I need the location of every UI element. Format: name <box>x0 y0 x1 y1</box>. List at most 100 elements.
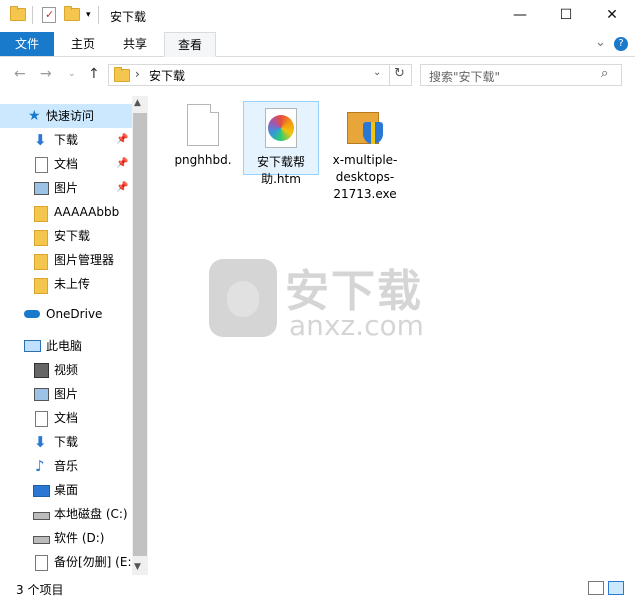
drive-icon <box>33 536 50 544</box>
large-icons-view-icon[interactable] <box>608 581 624 595</box>
nav-this-pc[interactable]: 此电脑 <box>0 334 132 358</box>
separator <box>32 6 33 24</box>
watermark: 安下载 anxz.com <box>205 255 445 345</box>
new-folder-icon[interactable] <box>64 6 80 21</box>
item-count: 3 个项目 <box>16 583 64 597</box>
file-name-line2: 助.htm <box>261 172 301 186</box>
folder-icon <box>34 278 48 294</box>
nav-label: 图片 <box>54 387 79 401</box>
file-name-line1: 安下载帮 <box>256 155 305 169</box>
scroll-down-icon[interactable]: ▼ <box>134 562 141 572</box>
nav-item-aaaaabbb[interactable]: AAAAAbbb <box>0 200 132 224</box>
file-item[interactable]: x-multiple- desktops- 21713.exe <box>320 100 410 203</box>
tab-share[interactable]: 共享 <box>114 32 156 56</box>
nav-label: 此电脑 <box>46 339 83 353</box>
nav-label: 音乐 <box>54 459 79 473</box>
path-separator[interactable]: › <box>135 67 140 81</box>
forward-icon[interactable]: → <box>40 66 52 82</box>
nav-label: 文档 <box>54 411 79 425</box>
pin-icon[interactable]: 📌 <box>116 128 128 152</box>
separator <box>389 65 390 85</box>
recent-locations-icon[interactable]: ⌄ <box>68 69 76 79</box>
video-icon <box>34 363 49 378</box>
nav-item-drive-c[interactable]: 本地磁盘 (C:) <box>0 502 132 526</box>
nav-onedrive[interactable]: OneDrive <box>0 302 132 326</box>
status-bar: 3 个项目 <box>0 575 635 601</box>
nav-label: 图片 <box>54 181 79 195</box>
nav-item-pc-downloads[interactable]: ⬇ 下载 <box>0 430 132 454</box>
nav-item-pc-pictures[interactable]: 图片 <box>0 382 132 406</box>
nav-item-music[interactable]: ♪ 音乐 <box>0 454 132 478</box>
nav-label: 下载 <box>54 133 79 147</box>
nav-label: 未上传 <box>54 277 91 291</box>
nav-label: OneDrive <box>46 307 103 321</box>
download-icon: ⬇ <box>34 131 47 149</box>
folder-icon <box>34 230 48 246</box>
nav-item-downloads[interactable]: ⬇ 下载 📌 <box>0 128 132 152</box>
nav-item-image-manager[interactable]: 图片管理器 <box>0 248 132 272</box>
pin-icon[interactable]: 📌 <box>116 152 128 176</box>
nav-item-documents[interactable]: 文档 📌 <box>0 152 132 176</box>
blank-file-icon <box>187 104 219 146</box>
search-icon[interactable]: ⌕ <box>601 66 608 81</box>
file-item-selected[interactable]: 安下载帮 助.htm <box>243 101 319 186</box>
nav-label: 本地磁盘 (C:) <box>54 507 128 521</box>
nav-item-pictures[interactable]: 图片 📌 <box>0 176 132 200</box>
nav-label: 桌面 <box>54 483 79 497</box>
nav-label: AAAAAbbb <box>54 205 120 219</box>
tab-view[interactable]: 查看 <box>164 32 216 57</box>
ribbon-collapse-icon[interactable]: ⌄ <box>595 35 606 50</box>
path-segment[interactable]: 安下载 <box>149 67 185 84</box>
back-icon[interactable]: ← <box>14 66 26 82</box>
html-file-icon <box>265 108 297 148</box>
ribbon-tabs: 文件 主页 共享 查看 ⌄ ? <box>0 32 635 57</box>
navigation-pane: ★ 快速访问 ⬇ 下载 📌 文档 📌 图片 📌 AAAAAbbb 安下载 图片管… <box>0 92 148 575</box>
computer-icon <box>24 340 41 352</box>
nav-item-not-uploaded[interactable]: 未上传 <box>0 272 132 296</box>
address-bar[interactable]: › 安下载 ⌄ ↻ <box>108 64 412 86</box>
details-view-icon[interactable] <box>588 581 604 595</box>
scrollbar-thumb[interactable] <box>133 113 147 556</box>
watermark-sub: anxz.com <box>289 309 424 342</box>
drive-icon <box>33 512 50 520</box>
file-name-line2: desktops- <box>335 170 395 184</box>
desktop-icon <box>33 485 50 497</box>
folder-icon <box>114 67 130 82</box>
nav-label: 文档 <box>54 157 79 171</box>
address-dropdown-icon[interactable]: ⌄ <box>373 67 381 78</box>
search-box[interactable]: 搜索"安下载" ⌕ <box>420 64 622 86</box>
nav-item-anxiazai[interactable]: 安下载 <box>0 224 132 248</box>
help-icon[interactable]: ? <box>614 37 628 51</box>
close-button[interactable]: ✕ <box>589 0 635 32</box>
up-icon[interactable]: ↑ <box>88 66 100 82</box>
file-item[interactable]: pnghhbd. <box>170 100 236 169</box>
nav-label: 图片管理器 <box>54 253 115 267</box>
separator <box>98 6 99 24</box>
search-input[interactable]: 搜索"安下载" <box>429 68 500 85</box>
folder-icon <box>34 206 48 222</box>
cloud-icon <box>24 310 40 318</box>
star-icon: ★ <box>28 108 41 124</box>
nav-item-drive-d[interactable]: 软件 (D:) <box>0 526 132 550</box>
tab-home[interactable]: 主页 <box>62 32 104 56</box>
nav-item-desktop[interactable]: 桌面 <box>0 478 132 502</box>
pin-icon[interactable]: 📌 <box>116 176 128 200</box>
shield-icon <box>209 259 277 337</box>
properties-icon[interactable]: ✓ <box>42 7 56 23</box>
drive-icon <box>35 555 48 571</box>
tab-file[interactable]: 文件 <box>0 32 54 56</box>
installer-icon <box>345 104 385 146</box>
minimize-button[interactable]: — <box>497 0 543 32</box>
nav-quick-access[interactable]: ★ 快速访问 <box>0 104 132 128</box>
nav-item-drive-e[interactable]: 备份[勿删] (E:) <box>0 550 136 574</box>
music-icon: ♪ <box>35 457 45 475</box>
nav-item-videos[interactable]: 视频 <box>0 358 132 382</box>
refresh-icon[interactable]: ↻ <box>394 66 405 81</box>
customize-toolbar-icon[interactable]: ▾ <box>86 10 91 20</box>
maximize-button[interactable]: ☐ <box>543 0 589 32</box>
nav-item-pc-documents[interactable]: 文档 <box>0 406 132 430</box>
scroll-up-icon[interactable]: ▲ <box>134 98 141 108</box>
download-icon: ⬇ <box>34 433 47 451</box>
folder-icon <box>10 6 26 21</box>
nav-label: 下载 <box>54 435 79 449</box>
